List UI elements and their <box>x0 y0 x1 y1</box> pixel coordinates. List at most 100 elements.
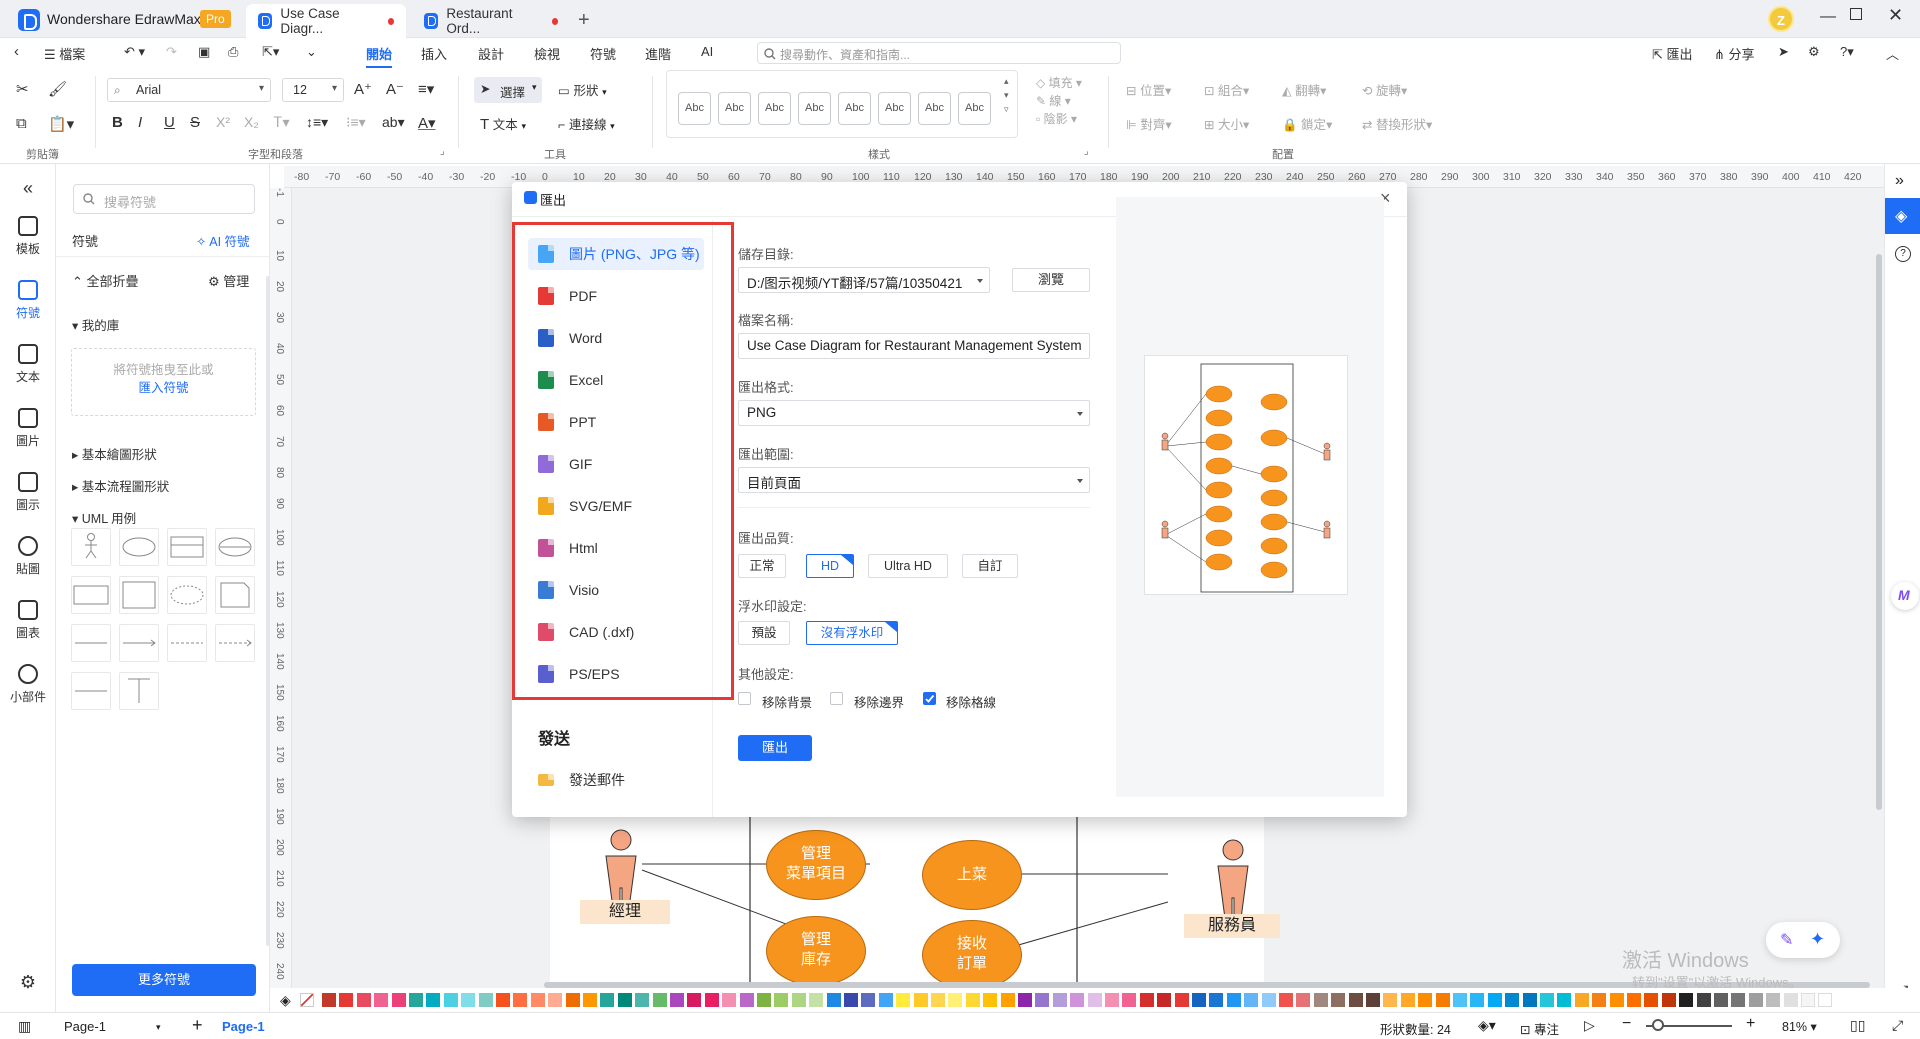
fit-page-icon[interactable]: ⤢ <box>1892 1017 1903 1034</box>
send-email-button[interactable]: 發送郵件 <box>528 764 704 796</box>
uml-include-shape[interactable] <box>167 624 207 662</box>
style-preset-6[interactable]: Abc <box>878 92 911 125</box>
remove-border-checkbox[interactable] <box>830 692 843 705</box>
bold-icon[interactable]: B <box>112 114 123 131</box>
color-swatch[interactable] <box>1487 993 1502 1007</box>
format-select[interactable]: PNG <box>738 400 1090 426</box>
uml-generalization-shape[interactable] <box>71 672 111 710</box>
color-swatch[interactable] <box>861 993 876 1007</box>
color-swatch[interactable] <box>1766 993 1781 1007</box>
help-icon[interactable]: ?▾ <box>1840 44 1854 60</box>
shadow-button[interactable]: ▫ 陰影 ▾ <box>1036 110 1077 127</box>
select-tool-button[interactable]: ➤ 選擇 ▾ <box>474 77 542 103</box>
watermark-none[interactable]: 沒有浮水印 <box>806 621 898 645</box>
replace-shape-button[interactable]: ⇄ 替換形狀▾ <box>1362 114 1432 133</box>
color-swatch[interactable] <box>374 993 389 1007</box>
ai-symbol-button[interactable]: ✧ AI 符號 <box>196 231 250 250</box>
color-swatch[interactable] <box>1557 993 1572 1007</box>
menu-design[interactable]: 設計 <box>478 44 504 63</box>
color-swatch[interactable] <box>878 993 893 1007</box>
menu-home[interactable]: 開始 <box>366 44 393 68</box>
rail-text[interactable]: 文本 <box>0 344 56 385</box>
color-swatch[interactable] <box>1174 993 1189 1007</box>
style-preset-2[interactable]: Abc <box>718 92 751 125</box>
use-case-receive-order[interactable]: 接收 訂單 <box>922 920 1022 990</box>
decrease-font-icon[interactable]: A⁻ <box>386 80 404 98</box>
color-swatch[interactable] <box>1279 993 1293 1007</box>
file-menu[interactable]: ☰ 檔案 <box>44 44 85 63</box>
color-swatch[interactable] <box>1748 993 1763 1007</box>
color-swatch[interactable] <box>931 993 945 1007</box>
color-swatch[interactable] <box>791 993 806 1007</box>
rotate-button[interactable]: ⟲ 旋轉▾ <box>1362 80 1407 99</box>
uml-extension-shape[interactable] <box>167 528 207 566</box>
zoom-in-icon[interactable]: + <box>1746 1015 1755 1033</box>
rail-widgets[interactable]: 小部件 <box>0 664 56 705</box>
color-swatch[interactable] <box>1400 993 1415 1007</box>
remove-grid-checkbox[interactable] <box>923 692 936 705</box>
align-button[interactable]: ⊫ 對齊▾ <box>1126 114 1172 133</box>
style-preset-5[interactable]: Abc <box>838 92 871 125</box>
color-swatch[interactable] <box>1087 993 1102 1007</box>
color-swatch[interactable] <box>1157 993 1172 1007</box>
expand-style-icon[interactable]: ⌟ <box>1084 146 1089 157</box>
uml-actor-shape[interactable] <box>71 528 111 566</box>
rail-icons[interactable]: 圖示 <box>0 472 56 513</box>
text-case-icon[interactable]: Ꭲ▾ <box>274 114 289 131</box>
style-preset-3[interactable]: Abc <box>758 92 791 125</box>
color-swatch[interactable] <box>461 993 476 1007</box>
more-symbols-button[interactable]: 更多符號 <box>72 964 256 996</box>
color-swatch[interactable] <box>687 993 702 1007</box>
color-swatch[interactable] <box>339 993 354 1007</box>
collapse-all-button[interactable]: ⌃ 全部折疊 <box>72 271 139 290</box>
color-swatch[interactable] <box>1018 993 1032 1007</box>
color-swatch[interactable] <box>1052 993 1067 1007</box>
color-swatch[interactable] <box>1801 993 1815 1007</box>
tab-restaurant-order[interactable]: Restaurant Ord... <box>412 4 570 38</box>
color-swatch[interactable] <box>1661 993 1676 1007</box>
color-swatch[interactable] <box>1435 993 1450 1007</box>
search-input[interactable]: 搜尋動作、資產和指南... <box>757 42 1121 64</box>
uml-lifeline-shape[interactable] <box>119 672 159 710</box>
line-button[interactable]: ✎ 線 ▾ <box>1036 92 1071 109</box>
color-swatch[interactable] <box>600 993 615 1007</box>
book-view-icon[interactable]: ▯▯ <box>1850 1017 1865 1034</box>
quality-hd[interactable]: HD <box>806 554 854 578</box>
color-swatch[interactable] <box>983 993 998 1007</box>
color-swatch[interactable] <box>1192 993 1206 1007</box>
subscript-icon[interactable]: X₂ <box>244 114 259 130</box>
collapse-ribbon-icon[interactable]: ︿ <box>1886 44 1899 63</box>
settings-gear-icon[interactable]: ⚙ <box>0 972 56 993</box>
color-swatch[interactable] <box>809 993 824 1007</box>
color-swatch[interactable] <box>1383 993 1398 1007</box>
fill-button[interactable]: ◇ 填充 ▾ <box>1036 74 1082 91</box>
style-preset-1[interactable]: Abc <box>678 92 711 125</box>
color-swatch[interactable] <box>1470 993 1485 1007</box>
color-swatch[interactable] <box>704 993 719 1007</box>
copy-icon[interactable]: ⧉ <box>16 115 27 132</box>
color-swatch[interactable] <box>1609 993 1624 1007</box>
section-basic-flowchart[interactable]: ▸ 基本流程圖形狀 <box>72 476 169 495</box>
group-button[interactable]: ⊡ 組合▾ <box>1204 80 1249 99</box>
remove-background-checkbox[interactable] <box>738 692 751 705</box>
color-swatch[interactable] <box>1331 993 1346 1007</box>
text-align-icon[interactable]: ≡▾ <box>418 80 434 98</box>
color-swatch[interactable] <box>1453 993 1467 1007</box>
color-swatch[interactable] <box>1261 993 1276 1007</box>
zoom-level[interactable]: 81% ▾ <box>1782 1019 1817 1034</box>
font-size-select[interactable]: 12 ▾ <box>282 78 344 102</box>
menu-insert[interactable]: 插入 <box>421 44 447 63</box>
browse-button[interactable]: 瀏覽 <box>1012 268 1090 292</box>
uml-use-case-shape[interactable] <box>119 528 159 566</box>
line-spacing-icon[interactable]: ↕≡▾ <box>306 114 328 131</box>
color-swatch[interactable] <box>1644 993 1659 1007</box>
color-swatch[interactable] <box>1714 993 1728 1007</box>
color-swatch[interactable] <box>1296 993 1311 1007</box>
color-swatch[interactable] <box>530 993 545 1007</box>
color-swatch[interactable] <box>670 993 684 1007</box>
zoom-slider-handle[interactable] <box>1652 1019 1664 1031</box>
redo-icon[interactable]: ↷ <box>166 44 177 60</box>
maximize-icon[interactable] <box>1850 8 1862 20</box>
color-swatch[interactable] <box>426 993 441 1007</box>
use-case-manage-inventory[interactable]: 管理 庫存 <box>766 916 866 986</box>
